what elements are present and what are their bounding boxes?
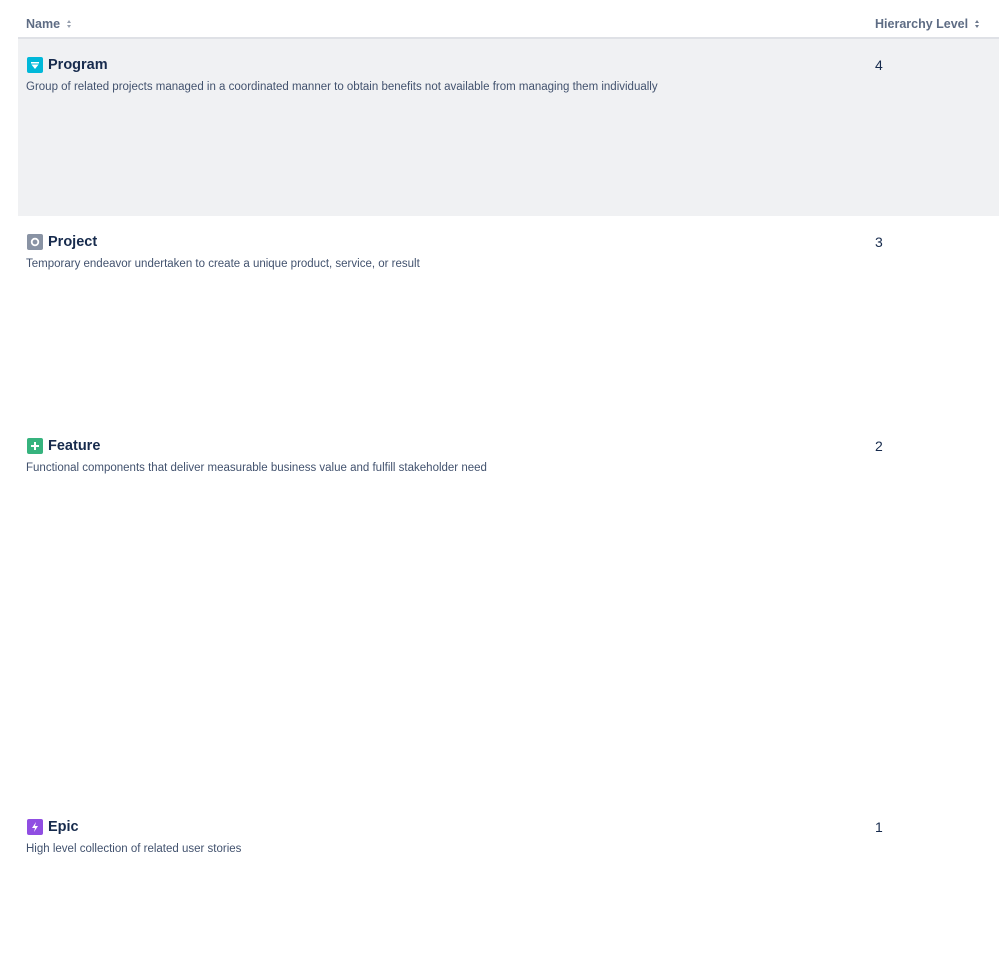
sort-icon <box>975 20 980 28</box>
column-header-hierarchy-level[interactable]: Hierarchy Level <box>875 17 980 31</box>
hierarchy-level-value: 1 <box>875 819 883 835</box>
table-header: Name Hierarchy Level <box>18 0 999 39</box>
sort-icon <box>67 20 72 28</box>
hierarchy-level-value: 3 <box>875 234 883 250</box>
type-title: Project <box>27 234 97 250</box>
type-title: Epic <box>27 819 79 835</box>
project-circle-icon <box>27 234 43 250</box>
type-name: Feature <box>48 438 101 454</box>
issue-types-table: Name Hierarchy Level Program Group of re… <box>18 0 999 967</box>
type-description: High level collection of related user st… <box>26 843 242 855</box>
column-header-level-label: Hierarchy Level <box>875 17 969 31</box>
type-name: Project <box>48 234 98 250</box>
type-description: Functional components that deliver measu… <box>26 462 487 474</box>
type-title: Program <box>27 57 108 73</box>
hierarchy-level-value: 4 <box>875 57 883 73</box>
hierarchy-level-value: 2 <box>875 438 883 454</box>
column-header-name[interactable]: Name <box>26 17 72 31</box>
table-row-project[interactable]: Project Temporary endeavor undertaken to… <box>18 216 999 420</box>
program-diamond-icon <box>27 57 43 73</box>
type-name: Epic <box>48 819 79 835</box>
type-description: Temporary endeavor undertaken to create … <box>26 258 420 270</box>
type-title: Feature <box>27 438 100 454</box>
type-name: Program <box>48 57 108 73</box>
type-description: Group of related projects managed in a c… <box>26 81 658 93</box>
table-row-epic[interactable]: Epic High level collection of related us… <box>18 801 999 967</box>
table-row-program[interactable]: Program Group of related projects manage… <box>18 39 999 216</box>
column-header-name-label: Name <box>26 17 61 31</box>
feature-plus-icon <box>27 438 43 454</box>
table-row-feature[interactable]: Feature Functional components that deliv… <box>18 420 999 801</box>
epic-lightning-icon <box>27 819 43 835</box>
